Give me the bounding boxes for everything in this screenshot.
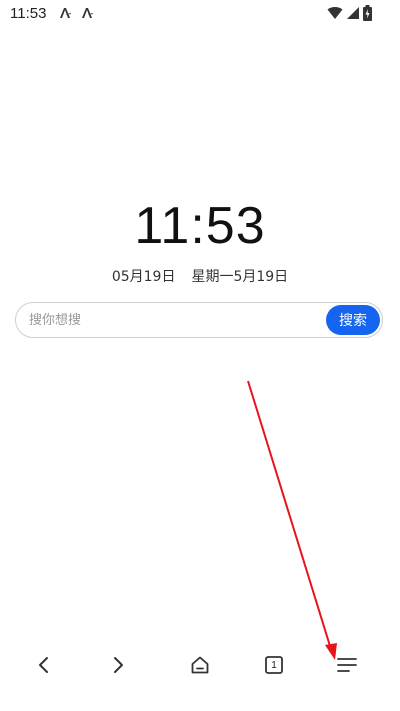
signal-icon bbox=[347, 7, 359, 19]
back-button[interactable] bbox=[24, 645, 64, 685]
forward-button[interactable] bbox=[98, 645, 138, 685]
bottom-navigation: 1 bbox=[0, 645, 400, 685]
status-indicators bbox=[327, 4, 372, 22]
wifi-icon bbox=[327, 7, 343, 20]
chevron-left-icon bbox=[39, 657, 48, 673]
menu-icon bbox=[337, 658, 357, 672]
search-input[interactable] bbox=[29, 303, 319, 337]
search-bar: 搜索 bbox=[15, 302, 383, 338]
tabs-button[interactable]: 1 bbox=[254, 645, 294, 685]
home-button[interactable] bbox=[180, 645, 220, 685]
weekday-date-text: 星期一5月19日 bbox=[191, 269, 289, 285]
app-notification-icon bbox=[82, 8, 93, 18]
search-button[interactable]: 搜索 bbox=[326, 305, 380, 335]
status-time: 11:53 bbox=[10, 5, 47, 22]
menu-button[interactable] bbox=[327, 645, 367, 685]
date-line: 05月19日 星期一5月19日 bbox=[0, 266, 400, 286]
clock-time: 11:53 bbox=[134, 197, 266, 255]
app-notification-icon bbox=[60, 8, 71, 18]
chevron-right-icon bbox=[114, 657, 123, 673]
battery-charging-icon bbox=[363, 5, 372, 21]
home-icon bbox=[191, 656, 209, 674]
annotation-arrow-line bbox=[247, 380, 331, 647]
tab-count: 1 bbox=[271, 659, 277, 671]
browser-home-page: 11:53 11:53 05月19日 星期一5月19日 搜你想搜 搜索 1 bbox=[0, 0, 400, 711]
status-bar: 11:53 bbox=[0, 0, 400, 28]
date-text: 05月19日 bbox=[111, 269, 176, 285]
annotation-arrow bbox=[247, 380, 337, 660]
